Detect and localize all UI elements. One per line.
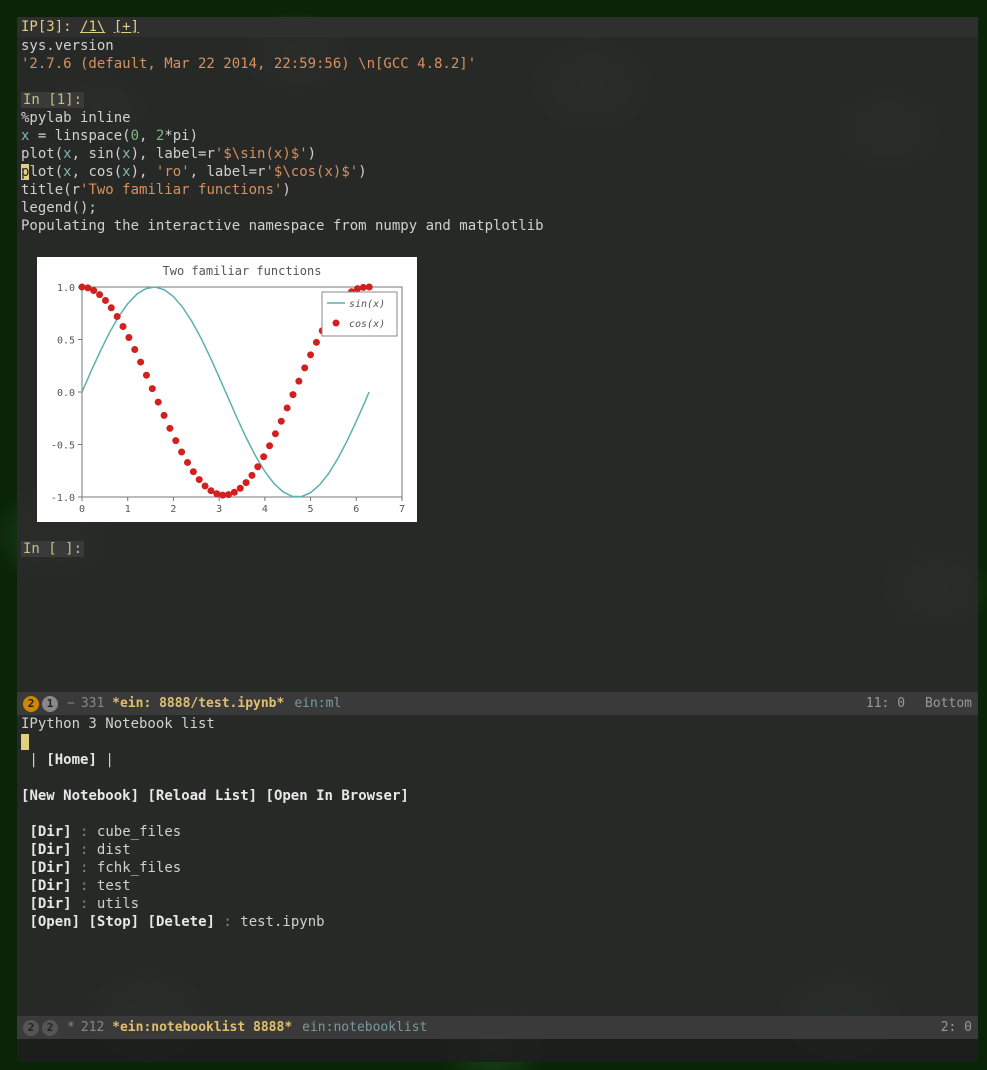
minibuffer[interactable] — [17, 1039, 978, 1062]
dir-link[interactable]: Dir — [38, 896, 63, 912]
open-browser-button[interactable]: Open In Browser — [274, 788, 400, 804]
dir-link[interactable]: Dir — [38, 824, 63, 840]
svg-text:0.0: 0.0 — [57, 388, 75, 399]
code-line[interactable]: title(r'Two familiar functions') — [17, 181, 978, 199]
dir-row: [Dir] : fchk_files — [17, 859, 978, 877]
badge-icon: 1 — [42, 696, 58, 712]
svg-text:4: 4 — [262, 504, 268, 515]
modeline-top: 2 1 − 331 *ein: 8888/test.ipynb* ein:ml … — [17, 692, 978, 715]
svg-text:6: 6 — [353, 504, 359, 515]
dir-name: utils — [97, 896, 139, 912]
line-count: 212 — [81, 1020, 104, 1035]
breadcrumb: | [Home] | — [17, 751, 978, 769]
reload-button[interactable]: Reload List — [156, 788, 249, 804]
svg-text:1: 1 — [125, 504, 131, 515]
code-line[interactable]: plot(x, cos(x), 'ro', label=r'$\cos(x)$'… — [17, 163, 978, 181]
svg-text:5: 5 — [308, 504, 314, 515]
notebook-row: [Open] [Stop] [Delete] : test.ipynb — [17, 913, 978, 931]
stop-button[interactable]: Stop — [97, 914, 131, 930]
svg-text:-0.5: -0.5 — [51, 441, 75, 452]
major-mode: ein:ml — [294, 696, 341, 711]
code-line[interactable]: x = linspace(0, 2*pi) — [17, 127, 978, 145]
svg-text:7: 7 — [399, 504, 405, 515]
svg-text:0: 0 — [79, 504, 85, 515]
notebook-pane[interactable]: IP[3]: /1\ [+] sys.version '2.7.6 (defau… — [17, 17, 978, 692]
svg-text:3: 3 — [216, 504, 222, 515]
output-line: Populating the interactive namespace fro… — [17, 217, 978, 235]
modeline-bottom: 2 2 * 212 *ein:notebooklist 8888* ein:no… — [17, 1016, 978, 1039]
badge-icon: 2 — [23, 1020, 39, 1036]
dir-row: [Dir] : cube_files — [17, 823, 978, 841]
svg-text:cos(x): cos(x) — [349, 319, 385, 330]
svg-text:1.0: 1.0 — [57, 283, 75, 294]
output-line: '2.7.6 (default, Mar 22 2014, 22:59:56) … — [17, 55, 978, 73]
cursor-pos: 2: 0 — [941, 1020, 972, 1035]
svg-text:0.5: 0.5 — [57, 336, 75, 347]
svg-text:Two familiar functions: Two familiar functions — [163, 264, 322, 278]
svg-text:-1.0: -1.0 — [51, 493, 75, 504]
svg-text:2: 2 — [170, 504, 176, 515]
code-line[interactable]: sys.version — [17, 37, 978, 55]
cell-prompt: In [1]: — [17, 91, 978, 109]
code-line[interactable]: plot(x, sin(x), label=r'$\sin(x)$') — [17, 145, 978, 163]
dir-name: test — [97, 878, 131, 894]
svg-text:sin(x): sin(x) — [349, 299, 385, 310]
buffer-name: *ein: 8888/test.ipynb* — [112, 696, 284, 711]
code-line[interactable]: legend(); — [17, 199, 978, 217]
code-line[interactable]: %pylab inline — [17, 109, 978, 127]
major-mode: ein:notebooklist — [302, 1020, 427, 1035]
tab-prefix: IP[3]: — [21, 19, 80, 35]
notebooklist-pane[interactable]: IPython 3 Notebook list | [Home] | [New … — [17, 715, 978, 1016]
chart-output: Two familiar functions -1.0 -0.5 0.0 0.5 1.0 0… — [37, 257, 417, 522]
dir-link[interactable]: Dir — [38, 842, 63, 858]
badge-icon: 2 — [42, 1020, 58, 1036]
cursor — [21, 734, 29, 750]
dir-name: cube_files — [97, 824, 181, 840]
notebook-name: test.ipynb — [240, 914, 324, 930]
dir-link[interactable]: Dir — [38, 878, 63, 894]
line-count: 331 — [81, 696, 104, 711]
cell-prompt: In [ ]: — [17, 540, 978, 558]
tab-active[interactable]: /1\ — [80, 19, 105, 35]
badge-icon: 2 — [23, 696, 39, 712]
scroll-pct: Bottom — [925, 696, 972, 711]
buffer-name: *ein:notebooklist 8888* — [112, 1020, 292, 1035]
home-link[interactable]: Home — [55, 752, 89, 768]
new-notebook-button[interactable]: New Notebook — [29, 788, 130, 804]
tab-bar: IP[3]: /1\ [+] — [17, 17, 978, 37]
dir-name: fchk_files — [97, 860, 181, 876]
dir-link[interactable]: Dir — [38, 860, 63, 876]
list-title: IPython 3 Notebook list — [17, 715, 978, 733]
dir-row: [Dir] : test — [17, 877, 978, 895]
open-button[interactable]: Open — [38, 914, 72, 930]
dir-row: [Dir] : dist — [17, 841, 978, 859]
dir-name: dist — [97, 842, 131, 858]
cursor-pos: 11: 0 — [866, 696, 905, 711]
tab-add[interactable]: [+] — [114, 19, 139, 35]
dir-row: [Dir] : utils — [17, 895, 978, 913]
delete-button[interactable]: Delete — [156, 914, 207, 930]
